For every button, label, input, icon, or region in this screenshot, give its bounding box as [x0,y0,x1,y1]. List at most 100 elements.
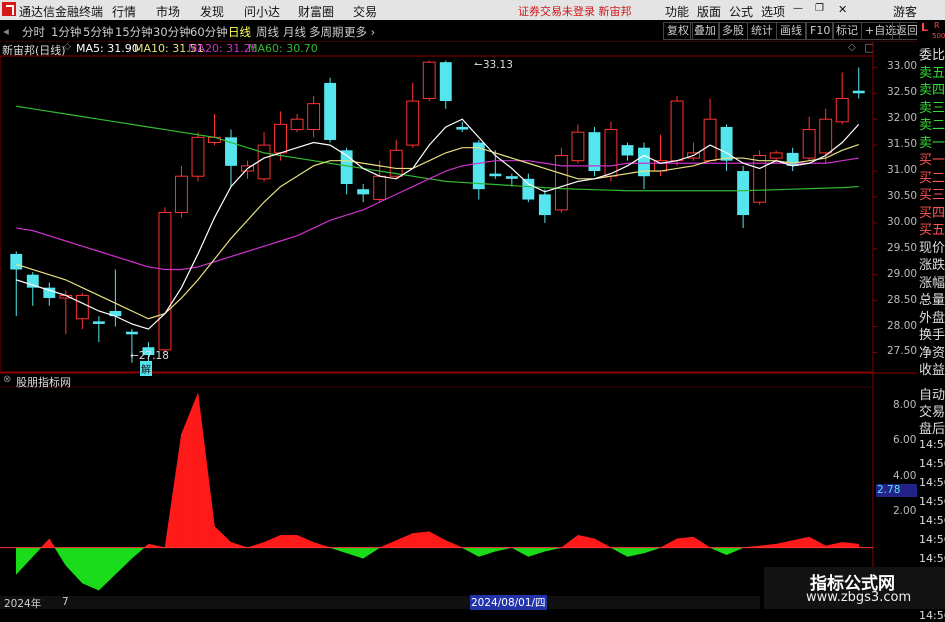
price-tick-label: 32.50 [887,86,918,99]
candle-body [489,173,502,177]
candle-body [522,178,535,200]
candle-body [456,126,469,130]
candle-body [538,194,551,216]
side-label: 买三 [919,188,945,203]
indicator-area [247,541,265,548]
candle-body [769,152,783,159]
indicator-area [181,393,199,548]
indicator-area [32,547,42,558]
indicator-area [197,393,215,548]
indicator-area [214,525,232,548]
indicator-area [395,533,413,548]
side-label: 收益 [919,363,945,378]
candle-body [158,212,172,351]
price-tick-label: 31.00 [887,164,918,177]
indicator-area [313,541,331,548]
side-label: 涨幅 [919,275,945,291]
indicator-area [825,542,843,548]
side-label: 买二 [919,170,945,186]
candle-body [92,321,105,324]
indicator-area [792,536,810,548]
indicator-area [594,538,612,548]
indicator-area [330,547,347,554]
tick-time: 14:56 [919,457,945,470]
indicator-area [676,536,694,548]
indicator-area [148,543,165,548]
indicator-tick-label: 2.00 [893,505,917,518]
tick-time: 14:56 [919,495,945,508]
side-label: 卖五 [919,65,945,81]
candle-body [175,175,188,213]
candle-body [439,62,452,102]
price-tick-label: 29.50 [887,241,918,254]
indicator-area [544,547,562,552]
tick-time: 14:56 [919,438,945,451]
candle-body [290,118,304,131]
month-label: 7 [62,596,69,608]
indicator-area [346,547,364,559]
date-axis: 2024年 7 2024/08/01/四 [0,595,760,610]
candle-body [703,118,717,162]
indicator-menu-icon[interactable]: ⊗ [3,374,11,385]
indicator-title: 股朋指标网 [16,376,71,389]
cursor-date: 2024/08/01/四 [470,595,547,610]
indicator-area [775,540,793,548]
indicator-area [115,547,133,575]
price-tick-label: 30.00 [887,215,918,228]
indicator-area [577,534,595,548]
indicator-area [0,393,873,591]
candle-body [621,145,634,156]
candle-body [373,175,387,201]
candle-body [422,61,436,99]
side-label: 卖一 [919,135,945,151]
candle-body [324,82,337,140]
candle-body [753,154,767,203]
indicator-area [709,547,727,556]
indicator-area [131,547,145,559]
indicator-area [263,534,281,548]
candle-body [852,90,865,94]
unlock-tag: 解 [140,361,152,376]
side-label: 卖二 [919,118,945,133]
side-label: 买四 [919,205,945,221]
tick-time: 14:56 [919,476,945,489]
kline-chart[interactable] [0,0,945,609]
indicator-area [296,534,314,548]
indicator-area [40,538,50,548]
quote-side-panel: 委比 卖五 卖四 卖三 卖二 卖一 买一 买二 买三 买四 买五 现价 涨跌 涨幅 总量 外盘 换手 净资 收益 自动… [917,42,945,622]
candle-body [835,97,849,123]
indicator-area [841,542,859,548]
candle-body [554,154,568,211]
side-label: 涨跌 [919,258,945,273]
indicator-area [230,541,248,548]
price-tick-label: 31.50 [887,138,918,151]
side-label: 卖三 [919,100,945,116]
candle-body [588,132,601,172]
side-label: 总量 [919,293,945,308]
tick-time: 14:56 [919,514,945,527]
candle-body [75,294,89,320]
price-tick-label: 27.50 [887,345,918,358]
candle-body [819,118,833,154]
price-tick-label: 28.00 [887,319,918,332]
side-label: 买一 [919,153,945,168]
indicator-area [379,540,397,548]
candle-body [389,149,403,177]
indicator-tick-label: 8.00 [893,398,917,411]
side-label: 卖四 [919,83,945,98]
indicator-area [693,536,711,548]
side-label: 买五 [919,223,945,238]
price-tick-label: 28.50 [887,293,918,306]
candle-body [571,131,585,162]
price-tick-label: 33.00 [887,60,918,73]
side-label: 现价 [919,240,945,256]
indicator-area [82,547,100,591]
price-tick-label: 32.00 [887,112,918,125]
indicator-area [49,537,56,548]
indicator-area [759,543,777,548]
side-tab[interactable]: 盘后 [919,418,945,437]
ma20-line [16,157,859,271]
tick-time: 14:56 [919,552,945,565]
candle-body [125,331,138,335]
watermark-logo: 指标公式网 www.zbgs3.com [764,567,945,609]
